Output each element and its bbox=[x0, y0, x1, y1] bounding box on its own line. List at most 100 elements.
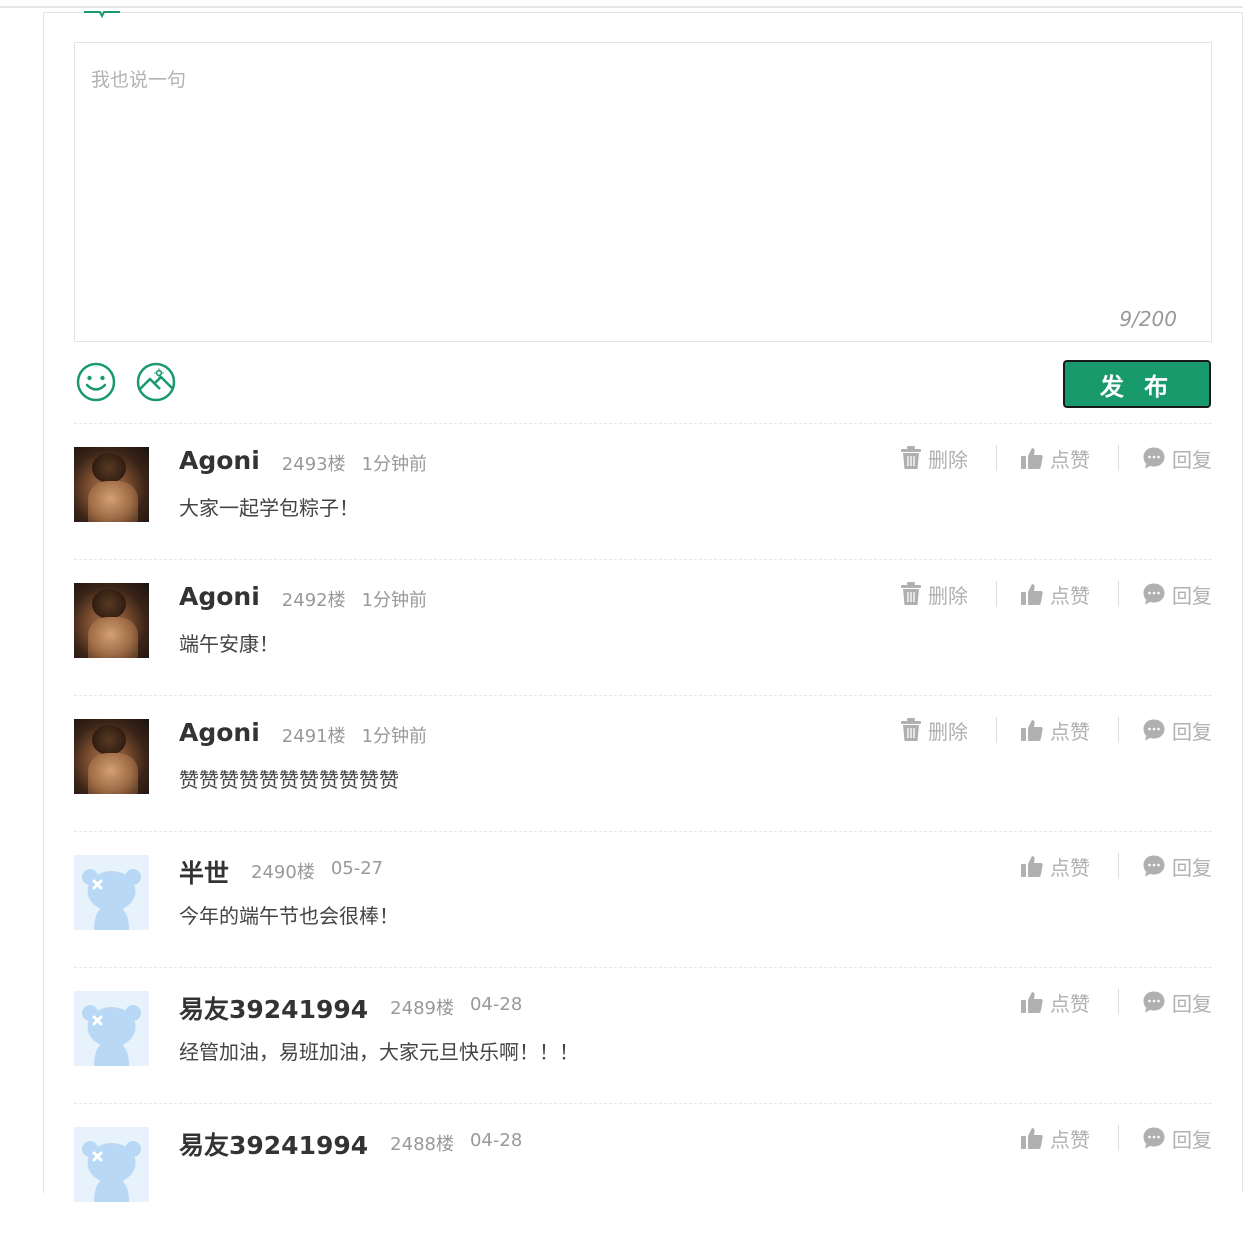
comment-username[interactable]: 易友39241994 bbox=[179, 990, 368, 1026]
comment-floor: 2488楼 bbox=[390, 1134, 454, 1155]
action-divider bbox=[1118, 581, 1119, 607]
default-avatar-bear-icon bbox=[82, 1005, 141, 1066]
avatar[interactable] bbox=[74, 1127, 149, 1202]
comment-content: 经管加油，易班加油，大家元旦快乐啊！！！ bbox=[179, 1040, 579, 1064]
delete-label: 删除 bbox=[928, 447, 968, 472]
comment-actions: 删除 点赞 回复 bbox=[900, 716, 1212, 744]
comment-floor: 2489楼 bbox=[390, 998, 454, 1019]
like-label: 点赞 bbox=[1050, 719, 1090, 744]
comment-actions: 点赞 回复 bbox=[1020, 1124, 1212, 1152]
comment-username[interactable]: Agoni bbox=[179, 582, 260, 611]
like-button[interactable]: 点赞 bbox=[1020, 716, 1090, 745]
comment-username[interactable]: Agoni bbox=[179, 718, 260, 747]
comment-item: Agoni 2492楼 1分钟前 端午安康！ 删除 点赞 回复 bbox=[74, 559, 1212, 695]
delete-button[interactable]: 删除 bbox=[900, 580, 968, 609]
comment-time: 04-28 bbox=[469, 994, 523, 1015]
top-divider bbox=[0, 6, 1243, 8]
default-avatar-bear-icon bbox=[82, 869, 141, 930]
comment-bubble-icon bbox=[1143, 991, 1165, 1013]
comment-floor: 2490楼 bbox=[251, 862, 315, 883]
action-divider bbox=[1118, 445, 1119, 471]
avatar[interactable] bbox=[74, 991, 149, 1066]
comment-item: Agoni 2493楼 1分钟前 大家一起学包粽子！ 删除 点赞 回复 bbox=[74, 423, 1212, 559]
reply-label: 回复 bbox=[1172, 719, 1212, 744]
character-counter: 9/200 bbox=[1119, 307, 1177, 331]
action-divider bbox=[1118, 853, 1119, 879]
delete-button[interactable]: 删除 bbox=[900, 716, 968, 745]
like-button[interactable]: 点赞 bbox=[1020, 444, 1090, 473]
emoji-button[interactable] bbox=[76, 362, 116, 402]
comment-bubble-icon bbox=[1143, 719, 1165, 741]
comment-item: 易友39241994 2488楼 04-28 点赞 回复 bbox=[74, 1103, 1212, 1239]
action-divider bbox=[996, 445, 997, 471]
comment-username[interactable]: Agoni bbox=[179, 446, 260, 475]
delete-button[interactable]: 删除 bbox=[900, 444, 968, 473]
trash-icon bbox=[901, 718, 921, 741]
comment-content: 端午安康！ bbox=[179, 632, 279, 656]
publish-button[interactable]: 发 布 bbox=[1063, 360, 1211, 408]
reply-label: 回复 bbox=[1172, 1127, 1212, 1152]
trash-icon bbox=[901, 582, 921, 605]
avatar[interactable] bbox=[74, 719, 149, 794]
like-button[interactable]: 点赞 bbox=[1020, 580, 1090, 609]
default-avatar-bear-icon bbox=[82, 1141, 141, 1202]
comment-bubble-icon bbox=[1143, 855, 1165, 877]
like-label: 点赞 bbox=[1050, 583, 1090, 608]
trash-icon bbox=[901, 446, 921, 469]
smiley-icon bbox=[76, 362, 116, 402]
reply-label: 回复 bbox=[1172, 583, 1212, 608]
like-button[interactable]: 点赞 bbox=[1020, 852, 1090, 881]
image-upload-button[interactable] bbox=[136, 362, 176, 402]
reply-button[interactable]: 回复 bbox=[1142, 580, 1212, 609]
comment-username[interactable]: 易友39241994 bbox=[179, 1126, 368, 1162]
comment-floor: 2491楼 bbox=[281, 726, 346, 747]
comment-item: Agoni 2491楼 1分钟前 赞赞赞赞赞赞赞赞赞赞赞 删除 点赞 回复 bbox=[74, 695, 1212, 831]
comment-actions: 删除 点赞 回复 bbox=[900, 580, 1212, 608]
thumbs-up-icon bbox=[1021, 992, 1043, 1013]
reply-button[interactable]: 回复 bbox=[1142, 444, 1212, 473]
reply-label: 回复 bbox=[1172, 991, 1212, 1016]
comment-actions: 点赞 回复 bbox=[1020, 852, 1212, 880]
comment-floor: 2492楼 bbox=[281, 590, 346, 611]
action-divider bbox=[996, 717, 997, 743]
thumbs-up-icon bbox=[1021, 1128, 1043, 1149]
delete-label: 删除 bbox=[928, 583, 968, 608]
action-divider bbox=[1118, 989, 1119, 1015]
reply-button[interactable]: 回复 bbox=[1142, 1124, 1212, 1153]
action-divider bbox=[1118, 1125, 1119, 1151]
thumbs-up-icon bbox=[1021, 448, 1043, 469]
comment-item: 易友39241994 2489楼 04-28 经管加油，易班加油，大家元旦快乐啊… bbox=[74, 967, 1212, 1103]
image-icon bbox=[136, 362, 176, 402]
comment-time: 1分钟前 bbox=[361, 590, 428, 611]
reply-button[interactable]: 回复 bbox=[1142, 716, 1212, 745]
action-divider bbox=[1118, 717, 1119, 743]
comment-time: 04-28 bbox=[469, 1130, 523, 1151]
comment-bubble-icon bbox=[1143, 447, 1165, 469]
comment-bubble-icon bbox=[1143, 583, 1165, 605]
comment-list: Agoni 2493楼 1分钟前 大家一起学包粽子！ 删除 点赞 回复 Agoni … bbox=[74, 423, 1212, 1239]
comment-content: 今年的端午节也会很棒！ bbox=[179, 904, 399, 928]
reply-button[interactable]: 回复 bbox=[1142, 988, 1212, 1017]
like-button[interactable]: 点赞 bbox=[1020, 1124, 1090, 1153]
comment-username[interactable]: 半世 bbox=[179, 854, 229, 890]
comment-actions: 删除 点赞 回复 bbox=[900, 444, 1212, 472]
comment-floor: 2493楼 bbox=[281, 454, 346, 475]
thumbs-up-icon bbox=[1021, 720, 1043, 741]
comment-bubble-icon bbox=[1143, 1127, 1165, 1149]
delete-label: 删除 bbox=[928, 719, 968, 744]
like-button[interactable]: 点赞 bbox=[1020, 988, 1090, 1017]
comment-time: 1分钟前 bbox=[361, 454, 428, 475]
comment-item: 半世 2490楼 05-27 今年的端午节也会很棒！ 点赞 回复 bbox=[74, 831, 1212, 967]
reply-button[interactable]: 回复 bbox=[1142, 852, 1212, 881]
comment-actions: 点赞 回复 bbox=[1020, 988, 1212, 1016]
comment-time: 05-27 bbox=[330, 858, 384, 879]
comment-time: 1分钟前 bbox=[361, 726, 428, 747]
like-label: 点赞 bbox=[1050, 447, 1090, 472]
avatar[interactable] bbox=[74, 855, 149, 930]
avatar[interactable] bbox=[74, 583, 149, 658]
avatar[interactable] bbox=[74, 447, 149, 522]
thumbs-up-icon bbox=[1021, 584, 1043, 605]
comment-input[interactable]: 我也说一句 9/200 bbox=[74, 42, 1212, 342]
reply-label: 回复 bbox=[1172, 855, 1212, 880]
action-divider bbox=[996, 581, 997, 607]
